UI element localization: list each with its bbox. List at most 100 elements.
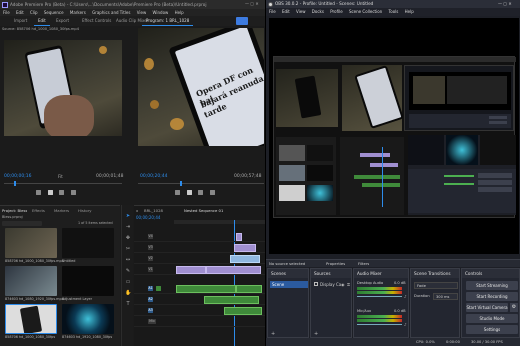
- timeline-tab-close[interactable]: x: [136, 208, 138, 213]
- step-back-icon[interactable]: [36, 190, 41, 195]
- tab-program[interactable]: Program: 1 BRL_1028: [142, 16, 194, 26]
- type-icon[interactable]: T: [125, 301, 131, 307]
- menu-help[interactable]: Help: [175, 10, 184, 15]
- program-monitor[interactable]: Opera DF con bai bajará reanuda tarde: [138, 28, 264, 146]
- tab-export[interactable]: Export: [52, 16, 73, 26]
- source-scrubber[interactable]: [4, 183, 122, 184]
- obs-menu-view[interactable]: View: [296, 9, 306, 14]
- track-label-a3[interactable]: A3: [148, 308, 153, 313]
- track-label-v1[interactable]: V1: [148, 267, 153, 272]
- source-item[interactable]: Display Ca: [320, 281, 341, 288]
- filters-button[interactable]: Filters: [358, 260, 369, 268]
- clip[interactable]: [234, 244, 256, 252]
- menu-edit[interactable]: Edit: [16, 10, 24, 15]
- obs-menu-edit[interactable]: Edit: [282, 9, 290, 14]
- tab-effect-controls[interactable]: Effect Controls: [78, 16, 115, 26]
- speaker-icon[interactable]: ♪: [404, 294, 407, 299]
- start-virtual-camera-button[interactable]: Start Virtual Camera: [466, 303, 508, 312]
- mute-icon[interactable]: [156, 286, 161, 291]
- timeline-tab-nested[interactable]: Nested Sequence 01: [184, 208, 223, 213]
- track-label-v2[interactable]: V2: [148, 256, 153, 261]
- clip[interactable]: [206, 266, 261, 274]
- history-tab[interactable]: History: [78, 208, 92, 213]
- program-scrubber[interactable]: [138, 183, 264, 184]
- source-label[interactable]: Source: 858706 hd_1000_1080_30fps.mp4: [2, 27, 79, 31]
- properties-button[interactable]: Properties: [326, 260, 345, 268]
- project-thumb-1[interactable]: [5, 228, 57, 258]
- slip-icon[interactable]: ↔: [125, 257, 131, 263]
- menu-graphics[interactable]: Graphics and Titles: [92, 10, 130, 15]
- source-fit[interactable]: Fit: [58, 174, 63, 179]
- export-frame-icon[interactable]: [209, 190, 215, 195]
- project-thumb-2[interactable]: [62, 228, 114, 258]
- razor-icon[interactable]: ✂: [125, 246, 131, 252]
- obs-menu-profile[interactable]: Profile: [330, 9, 342, 14]
- play-icon[interactable]: [186, 190, 192, 195]
- obs-menu-scene-collection[interactable]: Scene Collection: [349, 9, 382, 14]
- obs-menu-tools[interactable]: Tools: [388, 9, 398, 14]
- rectangle-icon[interactable]: ▭: [125, 279, 131, 285]
- start-streaming-button[interactable]: Start Streaming: [466, 281, 518, 290]
- start-recording-button[interactable]: Start Recording: [466, 292, 518, 301]
- track-select-icon[interactable]: ⇥: [125, 224, 131, 230]
- obs-menu-docks[interactable]: Docks: [312, 9, 324, 14]
- studio-mode-button[interactable]: Studio Mode: [466, 314, 518, 323]
- source-playhead[interactable]: [14, 181, 16, 186]
- step-forward-icon[interactable]: [198, 190, 204, 195]
- project-thumb-5[interactable]: [5, 304, 57, 334]
- mic-volume-slider[interactable]: [357, 324, 402, 325]
- mic-icon[interactable]: ♪: [404, 322, 407, 327]
- menu-clip[interactable]: Clip: [30, 10, 38, 15]
- duration-input[interactable]: 300 ms: [433, 293, 458, 300]
- clip[interactable]: [236, 233, 242, 241]
- effects-tab[interactable]: Effects: [32, 208, 45, 213]
- track-label-a2[interactable]: A2: [148, 297, 153, 302]
- markers-tab[interactable]: Markers: [54, 208, 69, 213]
- menu-view[interactable]: View: [137, 10, 147, 15]
- project-tab[interactable]: Project: Bless: [2, 208, 27, 213]
- menu-sequence[interactable]: Sequence: [44, 10, 64, 15]
- project-search-input[interactable]: [2, 221, 42, 226]
- obs-menu-help[interactable]: Help: [405, 9, 414, 14]
- lock-icon[interactable]: ⚿: [347, 281, 350, 288]
- play-icon[interactable]: [47, 190, 53, 195]
- visibility-icon[interactable]: ◉: [341, 281, 345, 288]
- window-controls-icon[interactable]: — ▢ ✕: [498, 1, 512, 6]
- source-monitor[interactable]: [4, 40, 122, 136]
- ripple-edit-icon[interactable]: ✥: [125, 235, 131, 241]
- clip[interactable]: [204, 296, 259, 304]
- add-source-icon[interactable]: +: [314, 331, 318, 337]
- window-controls-icon[interactable]: — ▢ ✕: [245, 1, 259, 6]
- clip[interactable]: [176, 285, 236, 293]
- track-label-a1[interactable]: A1: [148, 286, 153, 291]
- pen-icon[interactable]: ✎: [125, 268, 131, 274]
- scene-item[interactable]: Scene: [270, 281, 308, 288]
- project-thumb-4[interactable]: [62, 266, 114, 296]
- add-scene-icon[interactable]: +: [271, 331, 275, 337]
- program-playhead[interactable]: [180, 181, 182, 186]
- clip[interactable]: [176, 266, 206, 274]
- menu-window[interactable]: Window: [153, 10, 169, 15]
- hand-icon[interactable]: ✋: [125, 290, 131, 296]
- time-ruler[interactable]: [174, 220, 265, 224]
- transition-select[interactable]: Fade: [414, 282, 458, 289]
- gear-icon[interactable]: ⚙: [510, 303, 518, 312]
- selection-tool-icon[interactable]: ➤: [125, 213, 131, 219]
- obs-menu-file[interactable]: File: [269, 9, 276, 14]
- tab-import[interactable]: Import: [10, 16, 31, 26]
- project-thumb-6[interactable]: [62, 304, 114, 334]
- track-label-v3[interactable]: V3: [148, 245, 153, 250]
- track-label-v4[interactable]: V4: [148, 234, 153, 239]
- project-thumb-3[interactable]: [5, 266, 57, 296]
- settings-button[interactable]: Settings: [466, 325, 518, 334]
- menu-file[interactable]: File: [3, 10, 10, 15]
- clip[interactable]: [230, 255, 260, 263]
- step-back-icon[interactable]: [175, 190, 180, 195]
- track-label-mix[interactable]: Mix: [148, 319, 156, 324]
- desktop-volume-slider[interactable]: [357, 296, 402, 297]
- clip[interactable]: [224, 307, 262, 315]
- share-icon[interactable]: [236, 17, 248, 25]
- clip[interactable]: [236, 285, 262, 293]
- step-forward-icon[interactable]: [59, 190, 65, 195]
- menu-markers[interactable]: Markers: [70, 10, 86, 15]
